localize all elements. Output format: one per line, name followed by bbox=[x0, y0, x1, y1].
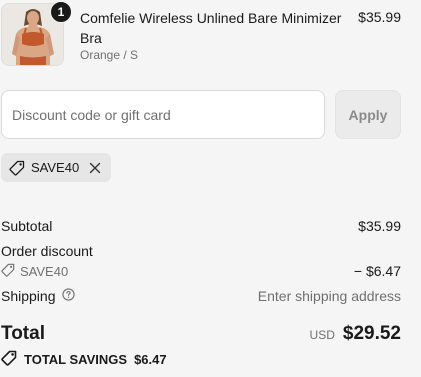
shipping-line: Shipping bbox=[1, 288, 75, 304]
total-value-group: USD $29.52 bbox=[310, 323, 401, 345]
total-savings-value: $6.47 bbox=[134, 352, 167, 367]
total-savings-label: TOTAL SAVINGS bbox=[24, 352, 128, 367]
order-discount-value: − $6.47 bbox=[353, 263, 401, 279]
tag-icon bbox=[9, 160, 25, 176]
help-circle-icon[interactable] bbox=[61, 288, 75, 304]
close-icon[interactable] bbox=[89, 162, 101, 174]
tag-icon bbox=[1, 350, 17, 369]
apply-discount-button[interactable]: Apply bbox=[335, 90, 401, 139]
product-name: Comfelie Wireless Unlined Bare Minimizer… bbox=[80, 10, 342, 46]
product-price: $35.99 bbox=[358, 9, 401, 25]
quantity-badge: 1 bbox=[50, 1, 72, 23]
subtotal-value: $35.99 bbox=[358, 218, 401, 234]
discount-code-input[interactable] bbox=[1, 90, 325, 139]
product-variant: Orange / S bbox=[80, 48, 139, 62]
total-savings: TOTAL SAVINGS $6.47 bbox=[1, 350, 167, 369]
shipping-label: Shipping bbox=[1, 288, 56, 304]
subtotal-label: Subtotal bbox=[1, 218, 53, 234]
currency-code: USD bbox=[309, 328, 335, 342]
applied-discount-chip: SAVE40 bbox=[1, 153, 112, 182]
order-discount-code: SAVE40 bbox=[20, 264, 69, 279]
total-amount: $29.52 bbox=[342, 323, 401, 344]
tag-icon bbox=[1, 263, 15, 280]
shipping-value: Enter shipping address bbox=[257, 288, 401, 304]
total-label: Total bbox=[1, 323, 45, 344]
order-discount-label: Order discount bbox=[1, 243, 93, 259]
applied-discount-code: SAVE40 bbox=[31, 160, 80, 175]
order-discount-code-line: SAVE40 bbox=[1, 263, 68, 280]
